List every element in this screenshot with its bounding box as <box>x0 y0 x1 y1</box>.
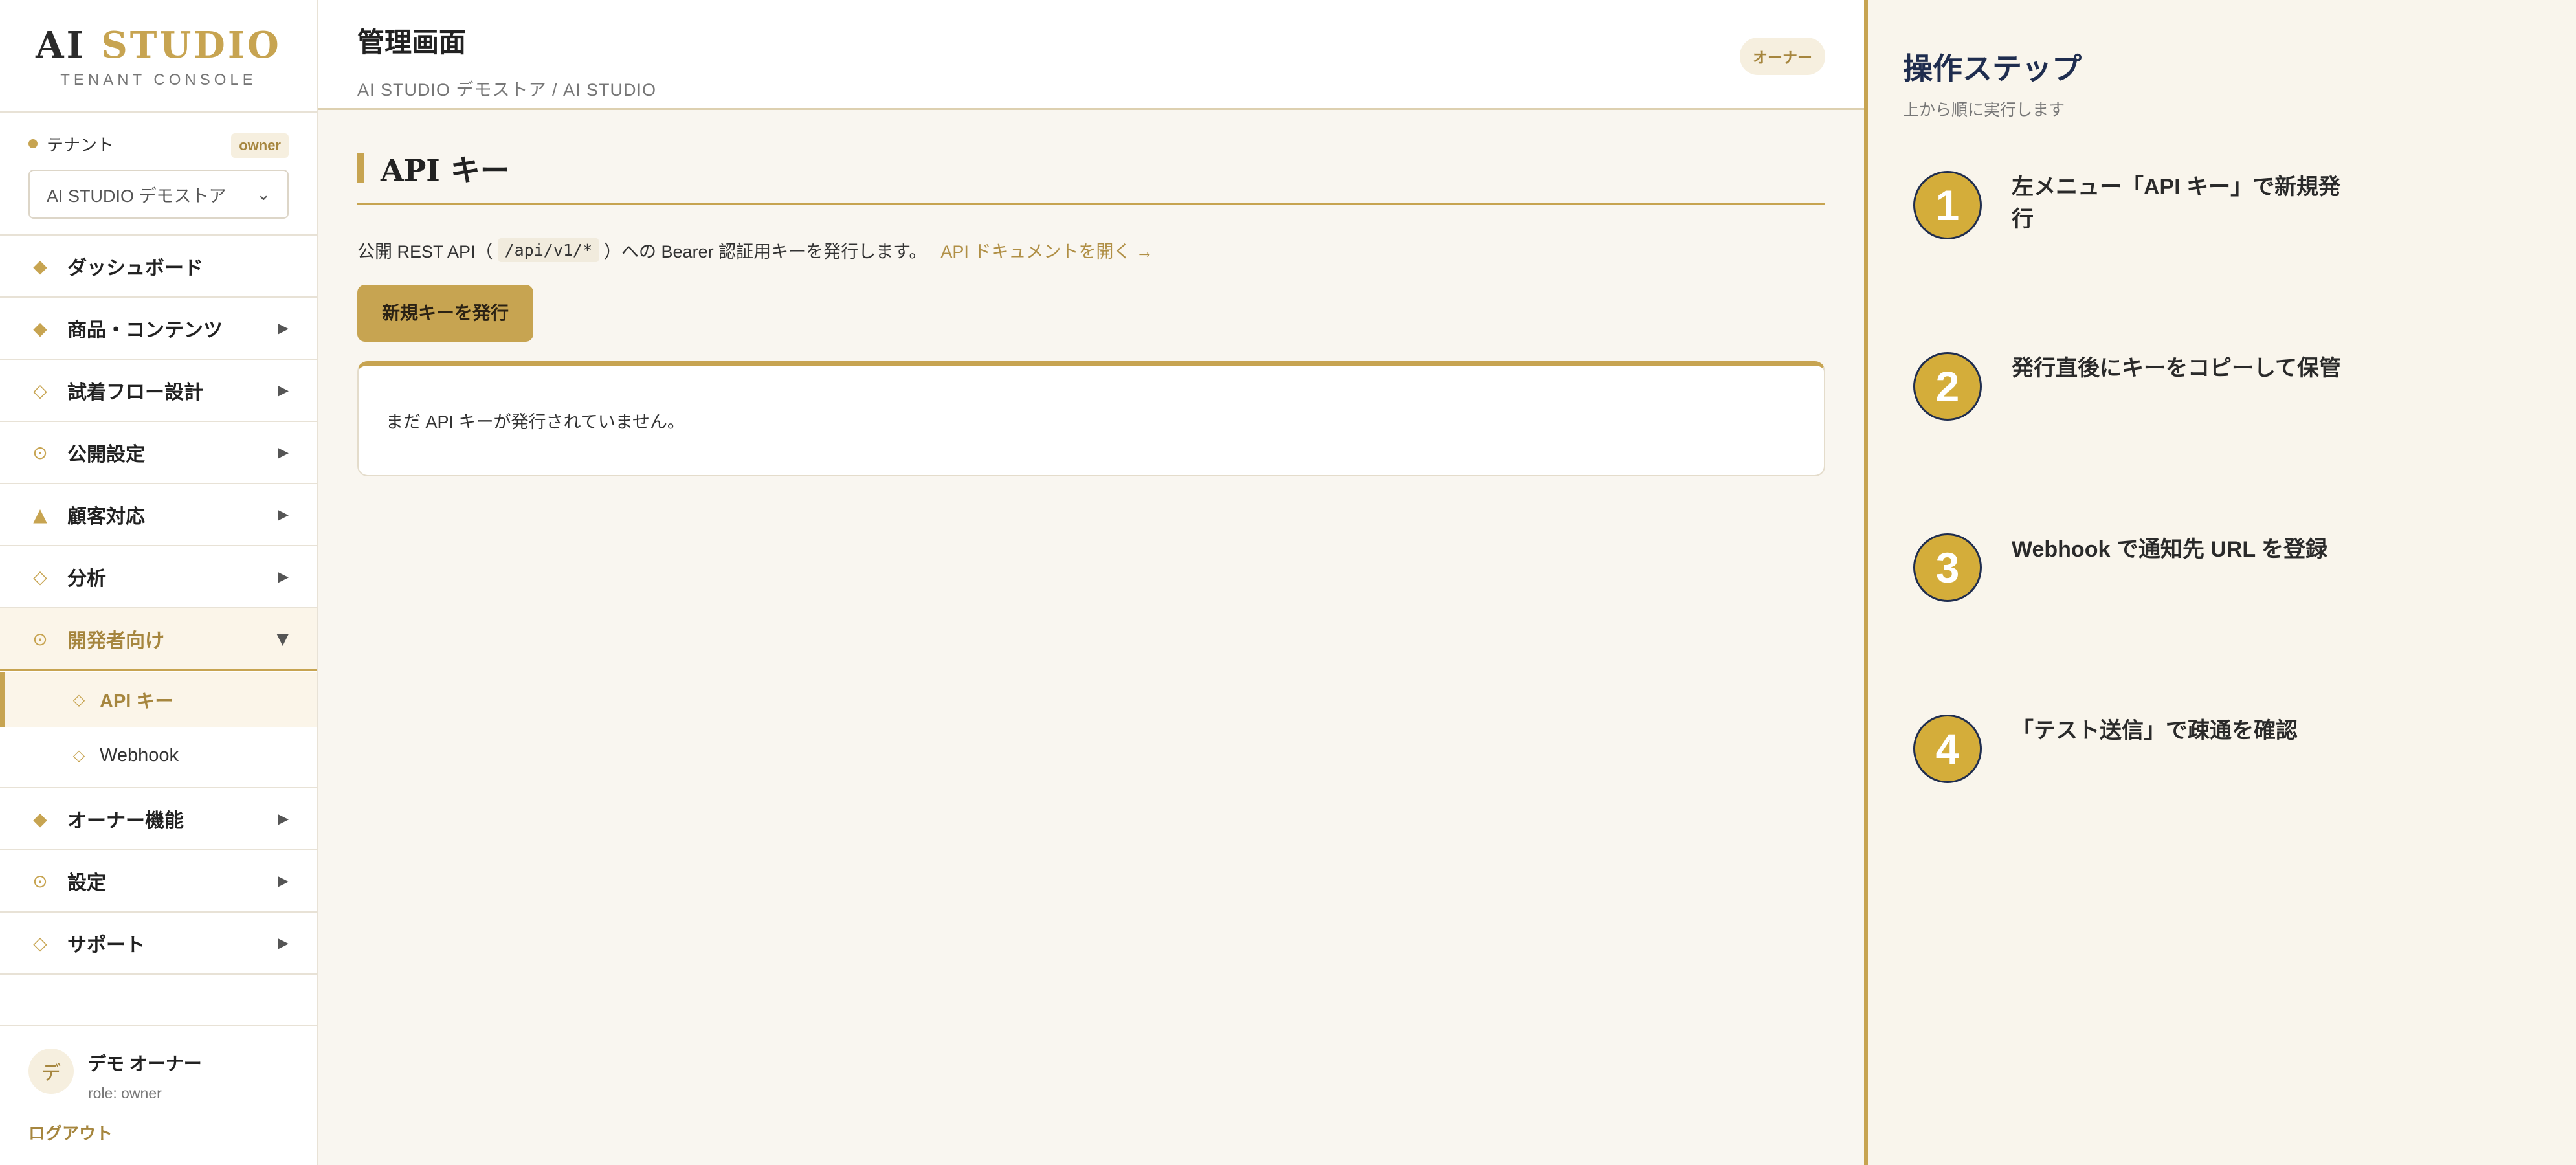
sidebar-subitem-label: Webhook <box>100 744 179 766</box>
caret-right-icon: ▶ <box>278 935 289 951</box>
sidebar-item-publish[interactable]: ⊙ 公開設定 ▶ <box>0 422 317 484</box>
sidebar-item-label: 商品・コンテンツ <box>67 320 223 341</box>
caret-right-icon: ▶ <box>278 568 289 585</box>
step-item: 1 左メニュー「API キー」で新規発行 <box>1913 171 2348 239</box>
sidebar-subitem-webhook[interactable]: ◇ Webhook <box>0 727 317 783</box>
avatar: デ <box>28 1048 74 1094</box>
diamond-outline-icon: ◇ <box>33 566 47 588</box>
step-text: 発行直後にキーをコピーして保管 <box>2012 356 2341 381</box>
tenant-role-badge: owner <box>231 133 289 158</box>
sidebar-item-label: 開発者向け <box>67 630 164 652</box>
section-title: API キー <box>381 153 510 188</box>
diamond-outline-icon: ◇ <box>33 379 47 401</box>
diamond-filled-icon: ◆ <box>33 808 47 830</box>
caret-right-icon: ▶ <box>278 444 289 461</box>
diamond-filled-icon: ◆ <box>33 317 47 339</box>
step-item: 3 Webhook で通知先 URL を登録 <box>1913 533 2348 602</box>
caret-right-icon: ▶ <box>278 810 289 827</box>
sidebar-subitem-api-keys[interactable]: ◇ API キー <box>0 672 317 727</box>
step-text: 左メニュー「API キー」で新規発行 <box>2012 175 2341 232</box>
steps-panel: 操作ステップ 上から順に実行します 1 左メニュー「API キー」で新規発行 2… <box>1864 0 2576 1165</box>
description-text-before: 公開 REST API（ <box>357 242 493 261</box>
sidebar-item-label: 試着フロー設計 <box>67 382 203 403</box>
role-badge: オーナー <box>1740 38 1825 75</box>
developer-submenu: ◇ API キー ◇ Webhook <box>0 671 317 788</box>
user-section: デ デモ オーナー role: owner ログアウト <box>0 1025 317 1165</box>
diamond-outline-icon: ◇ <box>72 691 85 709</box>
description: 公開 REST API（ /api/v1/* ）への Bearer 認証用キーを… <box>357 238 1825 263</box>
main-area: 管理画面 AI STUDIO デモストア / AI STUDIO オーナー AP… <box>318 0 1864 1165</box>
step-number-badge: 3 <box>1913 533 1982 602</box>
logo-title: AI STUDIO <box>0 25 317 66</box>
diamond-filled-icon: ◆ <box>33 255 47 277</box>
sidebar-item-label: 設定 <box>67 872 106 894</box>
sidebar: AI STUDIO TENANT CONSOLE テナント owner AI S… <box>0 0 318 1165</box>
caret-down-icon: ▼ <box>276 630 289 648</box>
step-text: Webhook で通知先 URL を登録 <box>2012 537 2327 562</box>
step-item: 4 「テスト送信」で疎通を確認 <box>1913 715 2348 783</box>
sidebar-subitem-label: API キー <box>100 691 174 712</box>
logo: AI STUDIO TENANT CONSOLE <box>0 0 317 113</box>
sidebar-item-label: ダッシュボード <box>67 258 203 279</box>
caret-right-icon: ▶ <box>278 506 289 523</box>
empty-state-message: まだ API キーが発行されていません。 <box>386 412 685 432</box>
sidebar-item-label: 公開設定 <box>67 444 145 465</box>
diamond-outline-icon: ◇ <box>33 932 47 954</box>
tenant-select[interactable]: AI STUDIO デモストア ⌄ <box>28 170 289 219</box>
sidebar-item-customer[interactable]: ▲ 顧客対応 ▶ <box>0 484 317 546</box>
sidebar-item-label: 顧客対応 <box>67 506 145 527</box>
content: API キー 公開 REST API（ /api/v1/* ）への Bearer… <box>318 110 1864 476</box>
tenant-section: テナント owner AI STUDIO デモストア ⌄ <box>0 113 317 236</box>
page-title: 管理画面 <box>357 27 467 58</box>
logo-subtitle: TENANT CONSOLE <box>60 71 257 89</box>
api-keys-empty-card: まだ API キーが発行されていません。 <box>357 361 1825 476</box>
tenant-select-value: AI STUDIO デモストア <box>47 186 227 206</box>
sidebar-item-label: オーナー機能 <box>67 810 184 832</box>
section-header: API キー <box>357 149 1825 205</box>
step-number-badge: 2 <box>1913 352 1982 421</box>
logout-link[interactable]: ログアウト <box>28 1120 289 1144</box>
logo-title-part2: STUDIO <box>101 24 282 67</box>
circle-dot-icon: ⊙ <box>32 870 48 892</box>
user-name: デモ オーナー <box>88 1054 202 1074</box>
sidebar-item-support[interactable]: ◇ サポート ▶ <box>0 913 317 975</box>
sidebar-item-label: サポート <box>67 935 145 956</box>
circle-dot-icon: ⊙ <box>32 628 48 650</box>
new-key-button[interactable]: 新規キーを発行 <box>357 285 534 342</box>
api-path-code: /api/v1/* <box>498 238 599 262</box>
section-accent-bar <box>357 153 364 183</box>
breadcrumb: AI STUDIO デモストア / AI STUDIO <box>357 80 657 100</box>
circle-dot-icon: ⊙ <box>32 441 48 463</box>
tenant-dot-icon <box>28 139 38 148</box>
api-docs-link[interactable]: API ドキュメントを開く → <box>940 238 1153 263</box>
sidebar-item-label: 分析 <box>67 568 106 590</box>
diamond-outline-icon: ◇ <box>72 746 85 764</box>
step-number-badge: 4 <box>1913 715 1982 783</box>
page-header: 管理画面 AI STUDIO デモストア / AI STUDIO オーナー <box>318 0 1864 110</box>
sidebar-item-flow[interactable]: ◇ 試着フロー設計 ▶ <box>0 360 317 422</box>
caret-right-icon: ▶ <box>278 872 289 889</box>
chevron-down-icon: ⌄ <box>256 184 271 204</box>
steps-title: 操作ステップ <box>1903 52 2082 85</box>
logo-title-part1: AI <box>36 24 86 67</box>
tenant-label: テナント <box>47 135 115 155</box>
step-item: 2 発行直後にキーをコピーして保管 <box>1913 352 2348 421</box>
sidebar-item-analytics[interactable]: ◇ 分析 ▶ <box>0 546 317 608</box>
step-text: 「テスト送信」で疎通を確認 <box>2012 718 2298 743</box>
description-text-after: ）への Bearer 認証用キーを発行します。 <box>604 242 927 261</box>
step-number-badge: 1 <box>1913 171 1982 239</box>
triangle-icon: ▲ <box>33 504 47 526</box>
steps-subtitle: 上から順に実行します <box>1903 101 2065 119</box>
sidebar-item-dashboard[interactable]: ◆ ダッシュボード <box>0 236 317 298</box>
caret-right-icon: ▶ <box>278 382 289 399</box>
sidebar-item-developer[interactable]: ⊙ 開発者向け ▼ <box>0 608 317 671</box>
caret-right-icon: ▶ <box>278 320 289 337</box>
sidebar-item-owner[interactable]: ◆ オーナー機能 ▶ <box>0 788 317 850</box>
sidebar-item-settings[interactable]: ⊙ 設定 ▶ <box>0 850 317 913</box>
sidebar-item-products[interactable]: ◆ 商品・コンテンツ ▶ <box>0 298 317 360</box>
user-role: role: owner <box>88 1085 162 1102</box>
